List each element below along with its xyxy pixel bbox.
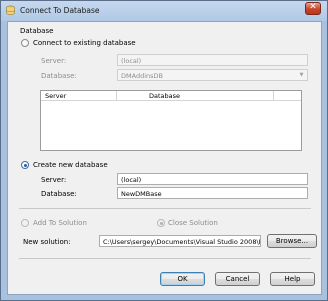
close-button[interactable]: ✕ [305,2,321,15]
ok-button[interactable]: OK [160,272,205,286]
existing-database-value: DMAddinsDB [121,72,163,80]
solution-path-field[interactable]: C:\Users\sergey\Documents\Visual Studio … [99,235,261,247]
connect-existing-radio[interactable] [21,39,29,47]
existing-database-label: Database: [41,72,77,80]
new-server-field[interactable]: (local) [117,173,308,185]
database-icon [6,5,15,15]
database-section-label: Database [20,27,54,35]
new-solution-label: New solution: [23,238,71,246]
connect-existing-label[interactable]: Connect to existing database [33,39,136,47]
existing-database-select[interactable]: DMAddinsDB ▼ [117,69,308,81]
existing-server-field[interactable]: (local) [117,54,308,66]
help-button[interactable]: Help [270,272,315,286]
create-new-radio[interactable] [21,161,29,169]
window-title: Connect To Database [20,6,100,15]
list-header: Server Database [41,91,301,101]
close-icon: ✕ [309,2,317,12]
database-list[interactable]: Server Database [40,90,302,151]
dialog-client-area: Database Connect to existing database Se… [7,21,322,295]
new-server-label: Server: [41,176,67,184]
chevron-down-icon[interactable]: ▼ [297,71,306,79]
divider [19,258,311,259]
divider [19,208,311,209]
new-database-field[interactable]: NewDMBase [117,187,308,199]
dialog-window: Connect To Database ✕ Database Connect t… [0,0,328,301]
close-solution-label: Close Solution [168,219,218,227]
existing-server-label: Server: [41,57,67,65]
add-to-solution-radio[interactable] [21,219,29,227]
new-database-label: Database: [41,190,77,198]
cancel-button[interactable]: Cancel [215,272,260,286]
close-solution-radio[interactable] [157,219,165,227]
title-bar[interactable]: Connect To Database ✕ [1,1,327,21]
browse-button[interactable]: Browse... [267,234,317,248]
create-new-label[interactable]: Create new database [33,161,108,169]
header-divider[interactable] [116,91,117,101]
list-header-database[interactable]: Database [149,92,180,100]
list-header-server[interactable]: Server [45,92,66,100]
header-divider[interactable] [273,91,274,101]
add-to-solution-label: Add To Solution [33,219,87,227]
